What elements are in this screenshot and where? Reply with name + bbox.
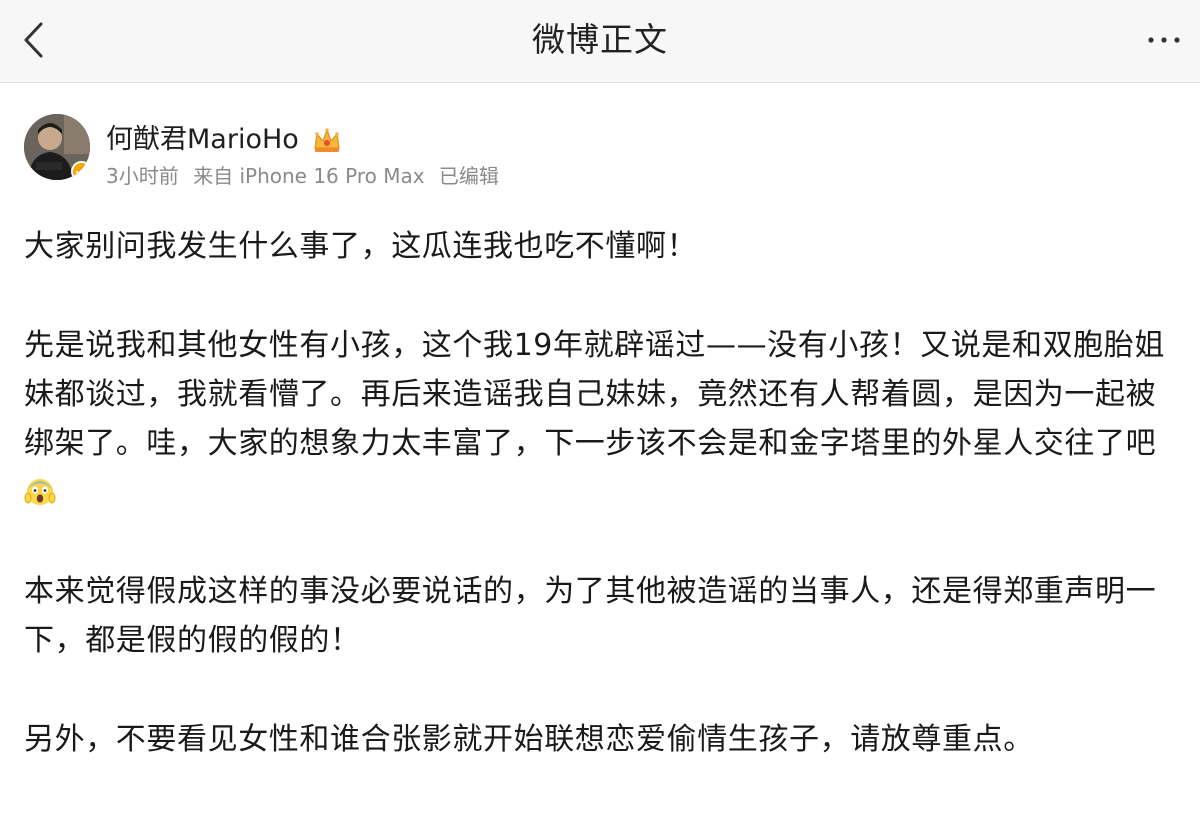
post-meta: 3小时前 来自 iPhone 16 Pro Max 已编辑 (106, 162, 507, 190)
post-source: 来自 iPhone 16 Pro Max (193, 164, 425, 188)
top-navigation-bar: 微博正文 (0, 0, 1200, 83)
author-name[interactable]: 何猷君MarioHo (106, 122, 299, 158)
post-paragraph: 本来觉得假成这样的事没必要说话的，为了其他被造谣的当事人，还是得郑重声明一下，都… (24, 574, 1157, 658)
more-horizontal-icon (1148, 37, 1180, 43)
post-header: 何猷君MarioHo 3小时前 来自 iPhone 16 Pro Max 已编辑 (24, 114, 1174, 194)
edited-label[interactable]: 已编辑 (439, 164, 499, 188)
post-body: 大家别问我发生什么事了，这瓜连我也吃不懂啊！ 先是说我和其他女性有小孩，这个我1… (24, 222, 1176, 814)
page-title: 微博正文 (532, 20, 668, 59)
verified-badge-icon (71, 161, 90, 180)
post-paragraph: 另外，不要看见女性和谁合张影就开始联想恋爱偷情生孩子，请放尊重点。 (24, 722, 1034, 757)
more-options-button[interactable] (1142, 18, 1186, 62)
vip-crown-icon[interactable] (311, 124, 343, 156)
face-screaming-in-fear-icon (24, 473, 56, 505)
post-paragraph: 大家别问我发生什么事了，这瓜连我也吃不懂啊！ (24, 229, 698, 264)
avatar[interactable] (24, 114, 90, 180)
post-time: 3小时前 (106, 164, 179, 188)
author-row: 何猷君MarioHo (106, 120, 343, 160)
post-paragraph-text: 先是说我和其他女性有小孩，这个我19年就辟谣过——没有小孩！又说是和双胞胎姐妹都… (24, 328, 1165, 461)
post-paragraph: 先是说我和其他女性有小孩，这个我19年就辟谣过——没有小孩！又说是和双胞胎姐妹都… (24, 321, 1176, 517)
